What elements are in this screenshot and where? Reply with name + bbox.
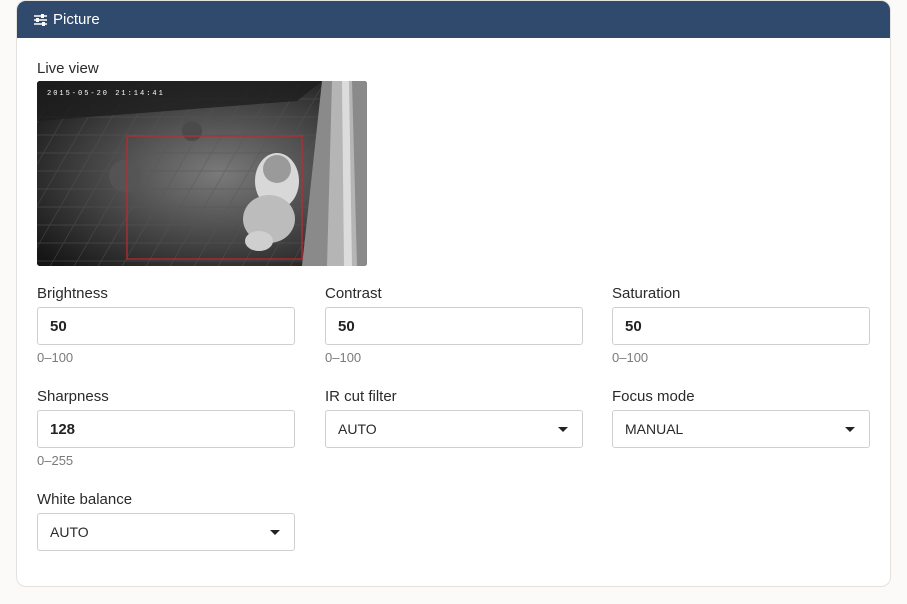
live-view-image[interactable]: 2015-05-20 21:14:41 <box>37 81 367 266</box>
caret-down-icon <box>270 530 280 535</box>
panel-title: Picture <box>53 11 100 28</box>
ir-cut-filter-select[interactable]: AUTO <box>325 410 583 448</box>
contrast-label: Contrast <box>325 285 382 302</box>
contrast-hint: 0–100 <box>325 350 362 365</box>
live-view-label: Live view <box>37 60 99 77</box>
focus-mode-value: MANUAL <box>625 421 684 437</box>
contrast-value: 50 <box>338 317 355 335</box>
focus-mode-label: Focus mode <box>612 388 695 405</box>
caret-down-icon <box>558 427 568 432</box>
picture-panel: Picture Live view 2015-05-20 21:14:41 Br… <box>16 0 891 587</box>
brightness-hint: 0–100 <box>37 350 74 365</box>
ir-cut-filter-value: AUTO <box>338 421 377 437</box>
live-view-timestamp: 2015-05-20 21:14:41 <box>47 90 165 98</box>
sharpness-value: 128 <box>50 420 76 438</box>
brightness-label: Brightness <box>37 285 108 302</box>
caret-down-icon <box>845 427 855 432</box>
brightness-value: 50 <box>50 317 67 335</box>
contrast-input[interactable]: 50 <box>325 307 583 345</box>
saturation-hint: 0–100 <box>612 350 649 365</box>
sliders-icon <box>33 13 47 27</box>
white-balance-select[interactable]: AUTO <box>37 513 295 551</box>
white-balance-label: White balance <box>37 491 133 508</box>
panel-header: Picture <box>17 1 890 38</box>
sharpness-label: Sharpness <box>37 388 109 405</box>
white-balance-value: AUTO <box>50 524 89 540</box>
ir-cut-filter-label: IR cut filter <box>325 388 397 405</box>
saturation-label: Saturation <box>612 285 681 302</box>
saturation-input[interactable]: 50 <box>612 307 870 345</box>
saturation-value: 50 <box>625 317 642 335</box>
sharpness-hint: 0–255 <box>37 453 74 468</box>
brightness-input[interactable]: 50 <box>37 307 295 345</box>
sharpness-input[interactable]: 128 <box>37 410 295 448</box>
focus-mode-select[interactable]: MANUAL <box>612 410 870 448</box>
